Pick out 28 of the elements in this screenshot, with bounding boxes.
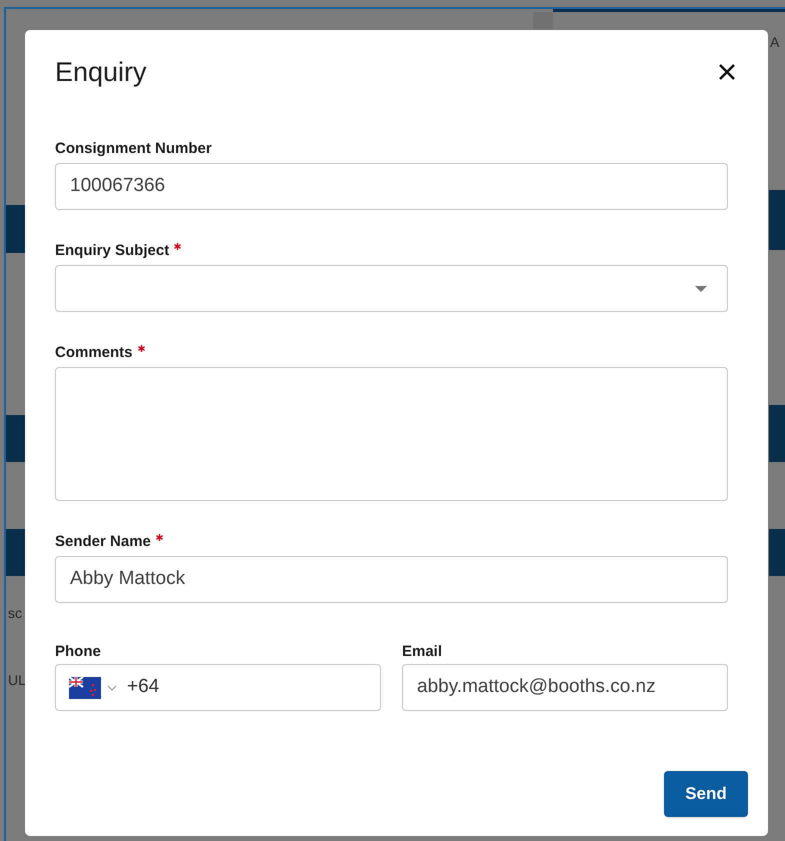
background-text: UL bbox=[8, 671, 26, 690]
field-label: Enquiry Subject bbox=[55, 241, 170, 261]
comments-field[interactable] bbox=[55, 367, 728, 501]
input-field[interactable]: Abby Mattock bbox=[55, 556, 728, 603]
close-icon[interactable] bbox=[718, 63, 736, 81]
dialog-title: Enquiry bbox=[55, 56, 147, 89]
table-header bbox=[769, 529, 785, 576]
table-header bbox=[6, 205, 25, 253]
table-header bbox=[6, 529, 25, 576]
dropdown-field[interactable] bbox=[55, 265, 728, 312]
field-label: Email bbox=[402, 642, 442, 662]
field-label: Consignment Number bbox=[55, 139, 212, 159]
table-header bbox=[769, 405, 785, 462]
background-text: A bbox=[770, 33, 780, 52]
field-label: Phone bbox=[55, 642, 101, 662]
chevron-down-icon[interactable] bbox=[107, 684, 117, 690]
flag-icon bbox=[69, 676, 101, 698]
phone-field[interactable]: +64 bbox=[55, 664, 381, 711]
field-label: Comments bbox=[55, 343, 133, 363]
phone-value: +64 bbox=[127, 675, 160, 700]
send-button[interactable]: Send bbox=[664, 771, 748, 817]
table-header bbox=[769, 190, 785, 250]
background-text: sc bbox=[8, 604, 22, 623]
input-field[interactable]: 100067366 bbox=[55, 163, 728, 210]
table-header bbox=[6, 415, 25, 462]
email-field[interactable]: abby.mattock@booths.co.nz bbox=[402, 664, 728, 711]
field-label: Sender Name bbox=[55, 532, 151, 552]
dropdown-arrow-icon bbox=[695, 286, 707, 292]
